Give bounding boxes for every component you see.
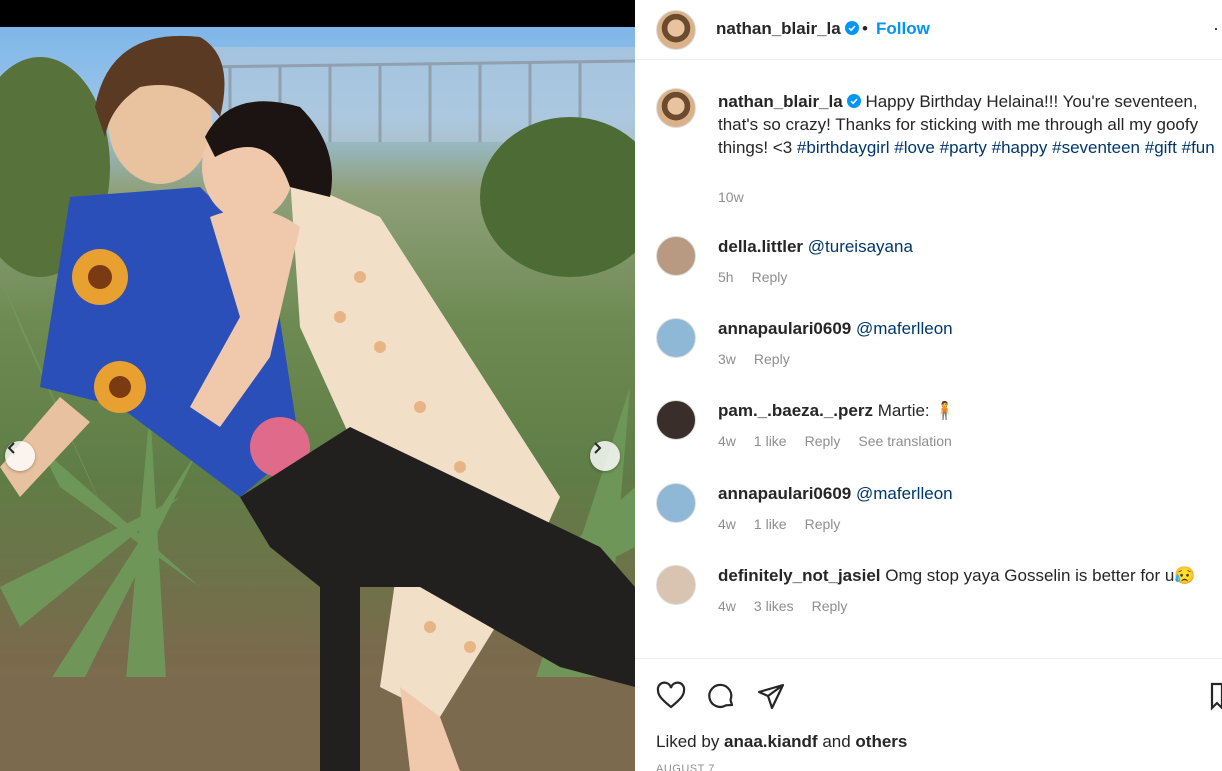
see-translation-button[interactable]: See translation [858, 433, 951, 449]
comment-likes[interactable]: 1 like [754, 433, 787, 449]
author-username[interactable]: nathan_blair_la [716, 19, 841, 38]
comment-row: annapaulari0609 @maferlleon 3w Reply [635, 318, 1222, 388]
photo-illustration [0, 35, 635, 771]
comment-text: definitely_not_jasiel Omg stop yaya Goss… [718, 566, 1196, 586]
follow-button[interactable]: Follow [876, 19, 930, 39]
hashtag-link[interactable]: #happy [992, 138, 1053, 157]
commenter-avatar[interactable] [656, 400, 696, 440]
comment-row: della.littler @tureisayana 5h Reply [635, 236, 1222, 306]
commenter-username[interactable]: annapaulari0609 [718, 319, 851, 338]
comment-text: pam._.baeza._.perz Martie: 🧍 [718, 401, 956, 421]
comment-body[interactable]: @maferlleon [851, 319, 953, 338]
commenter-username[interactable]: definitely_not_jasiel [718, 566, 881, 585]
comment-row: definitely_not_jasiel Omg stop yaya Goss… [635, 565, 1222, 635]
post-actions: Liked by anaa.kiandf and others AUGUST 7 [635, 658, 1222, 771]
commenter-avatar[interactable] [656, 483, 696, 523]
hashtag-link[interactable]: #gift [1145, 138, 1182, 157]
comment-meta: 3w Reply [718, 351, 808, 367]
liked-by-user[interactable]: anaa.kiandf [724, 732, 818, 751]
liked-by-prefix: Liked by [656, 732, 725, 751]
heart-icon[interactable] [656, 681, 686, 711]
verified-badge-icon [846, 94, 861, 108]
comment-body[interactable]: @tureisayana [803, 237, 913, 256]
comment-text: della.littler @tureisayana [718, 237, 913, 257]
liked-by-text: Liked by anaa.kiandf and others [656, 732, 907, 752]
header-separator: • [862, 19, 868, 38]
comment-body: Martie: 🧍 [872, 401, 956, 420]
comment-timestamp: 4w [718, 598, 736, 614]
comment-timestamp: 3w [718, 351, 736, 367]
hashtag-link[interactable]: #fun [1182, 138, 1215, 157]
comments-list[interactable]: nathan_blair_la Happy Birthday Helaina!!… [635, 60, 1222, 658]
comment-body: Omg stop yaya Gosselin is better for u😥 [880, 566, 1196, 585]
post-header: nathan_blair_la • Follow · [635, 0, 1222, 60]
commenter-username[interactable]: della.littler [718, 237, 803, 256]
share-icon[interactable] [756, 681, 786, 711]
commenter-username[interactable]: annapaulari0609 [718, 484, 851, 503]
comment-timestamp: 4w [718, 433, 736, 449]
caption-avatar[interactable] [656, 88, 696, 128]
comment-meta: 4w 1 like Reply [718, 516, 858, 532]
caption-timestamp: 10w [718, 189, 744, 205]
comment-row: pam._.baeza._.perz Martie: 🧍 4w 1 like Repl… [635, 400, 1222, 470]
comment-meta: 4w 3 likes Reply [718, 598, 865, 614]
commenter-avatar[interactable] [656, 565, 696, 605]
chevron-left-icon [7, 442, 15, 454]
comment-text: annapaulari0609 @maferlleon [718, 319, 953, 339]
post-photo [0, 27, 635, 771]
bookmark-icon[interactable] [1210, 681, 1222, 711]
commenter-username[interactable]: pam._.baeza._.perz [718, 401, 873, 420]
comment-timestamp: 5h [718, 269, 734, 285]
reply-button[interactable]: Reply [752, 269, 788, 285]
reply-button[interactable]: Reply [812, 598, 848, 614]
caption-text: nathan_blair_la Happy Birthday Helaina!!… [718, 90, 1218, 159]
comment-meta: 4w 1 like Reply See translation [718, 433, 970, 449]
post-media [0, 0, 635, 771]
liked-by-middle: and [817, 732, 856, 751]
verified-badge-icon [844, 21, 859, 35]
comment-text: annapaulari0609 @maferlleon [718, 484, 953, 504]
comment-likes[interactable]: 1 like [754, 516, 787, 532]
post-date: AUGUST 7 [656, 763, 715, 771]
caption-username[interactable]: nathan_blair_la [718, 92, 843, 111]
hashtag-link[interactable]: #love [894, 138, 939, 157]
more-options-button[interactable]: · [1213, 18, 1219, 39]
comment-likes[interactable]: 3 likes [754, 598, 794, 614]
hashtag-link[interactable]: #seventeen [1052, 138, 1145, 157]
comment-timestamp: 4w [718, 516, 736, 532]
comment-body[interactable]: @maferlleon [851, 484, 953, 503]
previous-photo-button[interactable] [5, 441, 35, 471]
reply-button[interactable]: Reply [805, 516, 841, 532]
hashtag-link[interactable]: #birthdaygirl [797, 138, 894, 157]
reply-button[interactable]: Reply [754, 351, 790, 367]
hashtag-link[interactable]: #party [940, 138, 992, 157]
author-name-block: nathan_blair_la [716, 19, 859, 39]
caption-hashtags: #birthdaygirl #love #party #happy #seven… [797, 138, 1215, 157]
next-photo-button[interactable] [590, 441, 620, 471]
post-side-panel: nathan_blair_la • Follow · nathan_blair_… [635, 0, 1222, 771]
comment-row: annapaulari0609 @maferlleon 4w 1 like Reply [635, 483, 1222, 553]
comment-meta: 5h Reply [718, 269, 805, 285]
reply-button[interactable]: Reply [805, 433, 841, 449]
liked-by-others[interactable]: others [855, 732, 907, 751]
author-avatar[interactable] [656, 10, 696, 50]
commenter-avatar[interactable] [656, 318, 696, 358]
chevron-right-icon [594, 442, 602, 454]
commenter-avatar[interactable] [656, 236, 696, 276]
comment-icon[interactable] [706, 681, 736, 711]
